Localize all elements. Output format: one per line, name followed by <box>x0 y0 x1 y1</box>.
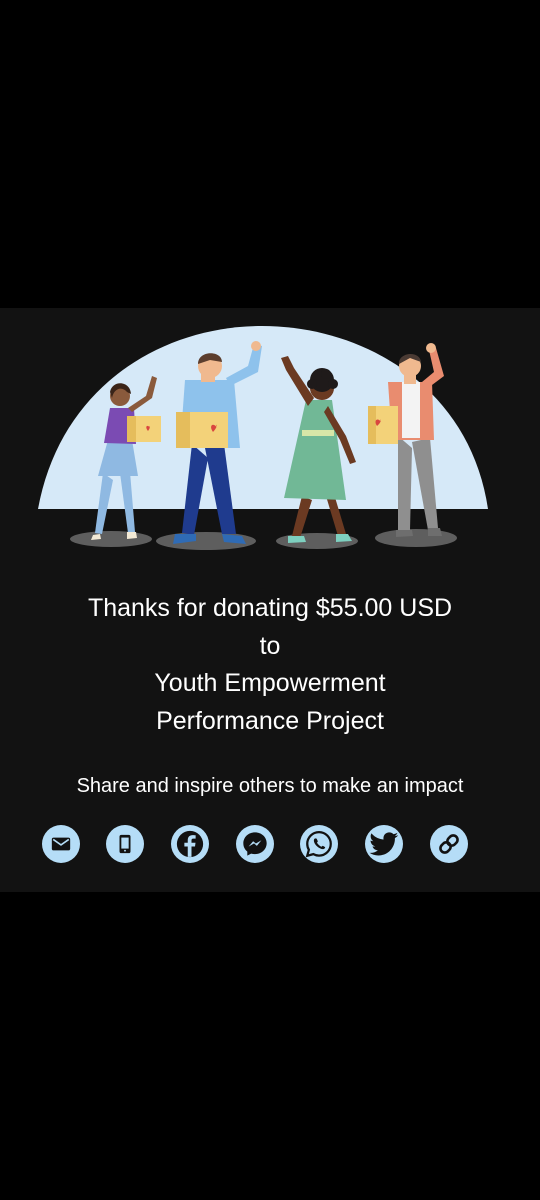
share-prompt: Share and inspire others to make an impa… <box>76 775 464 797</box>
messenger-icon <box>243 832 267 856</box>
confirmation-card: Thanks for donating $55.00 USD to Youth … <box>0 308 540 892</box>
mobile-phone-icon <box>119 834 131 854</box>
facebook-icon <box>176 830 204 858</box>
share-whatsapp-button[interactable] <box>300 825 338 863</box>
thank-you-to-line: to <box>259 631 281 660</box>
share-sms-button[interactable] <box>106 825 144 863</box>
envelope-icon <box>51 837 71 851</box>
share-buttons-row <box>0 825 540 865</box>
share-messenger-button[interactable] <box>236 825 274 863</box>
share-twitter-button[interactable] <box>365 825 403 863</box>
share-facebook-button[interactable] <box>171 825 209 863</box>
thank-you-amount-line: Thanks for donating $55.00 USD <box>87 594 453 622</box>
twitter-icon <box>369 832 399 856</box>
charity-name-line-2: Performance Project <box>156 706 384 735</box>
whatsapp-icon <box>305 830 332 858</box>
link-icon <box>439 834 459 854</box>
share-email-button[interactable] <box>42 825 80 863</box>
donation-confirmation-screen: Thanks for donating $55.00 USD to Youth … <box>0 0 540 1200</box>
volunteers-illustration <box>38 326 488 550</box>
share-copy-link-button[interactable] <box>430 825 468 863</box>
charity-name-line-1: Youth Empowerment <box>154 669 386 697</box>
thank-you-message: Thanks for donating $55.00 USD to Youth … <box>20 590 520 740</box>
